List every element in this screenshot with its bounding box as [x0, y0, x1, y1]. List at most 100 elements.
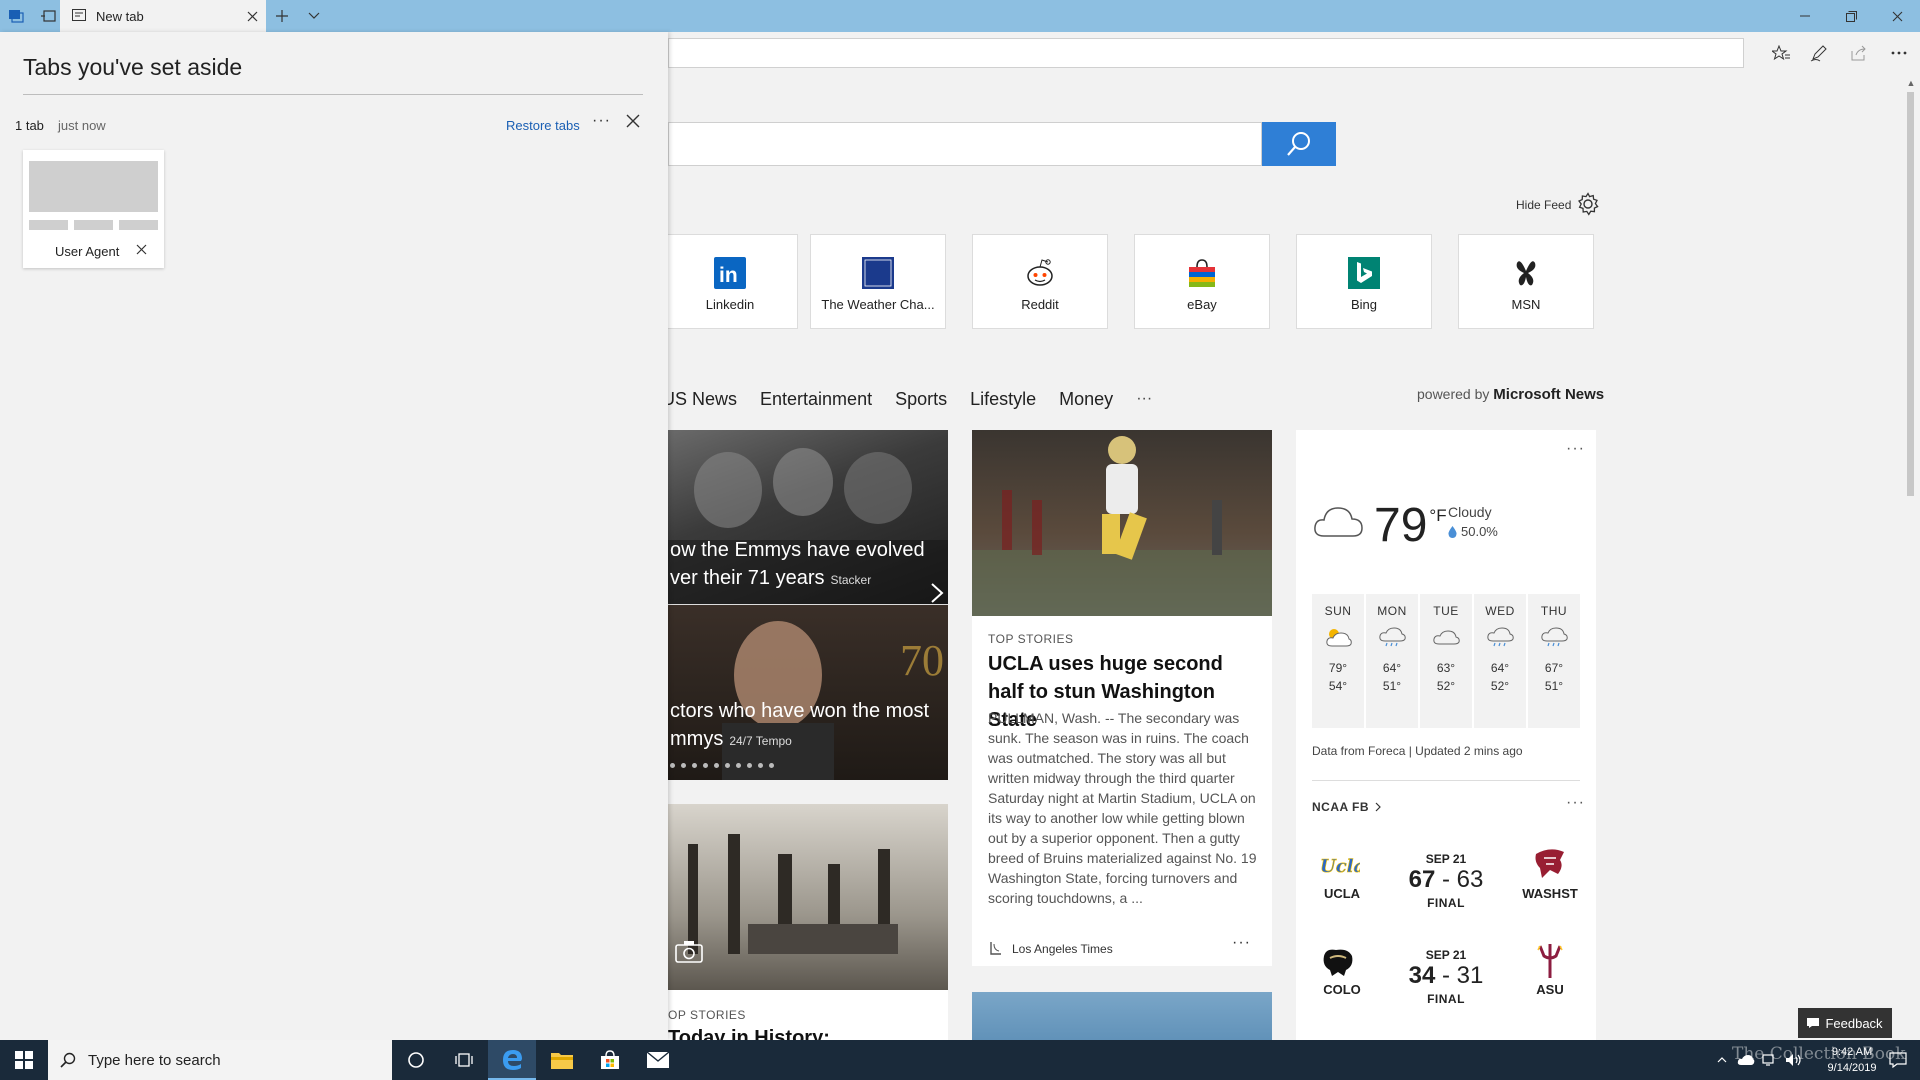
game-score[interactable]: 34 - 31	[1386, 962, 1506, 990]
feedback-label: Feedback	[1825, 1015, 1883, 1031]
forecast-day-sun[interactable]: SUN 79° 54°	[1312, 594, 1364, 728]
set-aside-time: just now	[58, 118, 106, 133]
feedback-button[interactable]: Feedback	[1798, 1008, 1892, 1038]
restore-tabs-button[interactable]: Restore tabs	[506, 118, 580, 133]
search-icon	[60, 1052, 76, 1068]
tile-weather-channel[interactable]: The Weather Cha...	[810, 234, 946, 329]
story-more-menu[interactable]: ···	[1232, 934, 1251, 952]
news-tab-us-news[interactable]: US News	[668, 389, 737, 410]
show-hidden-icons-chevron-up-icon[interactable]	[1712, 1050, 1732, 1070]
tab-card-close-icon[interactable]	[136, 242, 152, 258]
taskbar-search-box[interactable]: Type here to search	[48, 1040, 392, 1080]
tile-ebay[interactable]: eBay	[1134, 234, 1270, 329]
scores-more-menu[interactable]: ···	[1566, 794, 1585, 812]
forecast-day-tue[interactable]: TUE 63° 52°	[1420, 594, 1472, 728]
store-bag-icon[interactable]	[586, 1040, 634, 1080]
tile-reddit[interactable]: Reddit	[972, 234, 1108, 329]
story-kicker: OP STORIES	[668, 1008, 746, 1022]
powered-by-label: powered by Microsoft News	[1417, 386, 1604, 403]
team-home[interactable]: UCLA	[1312, 886, 1372, 901]
page-scrollbar[interactable]: ▲	[1902, 74, 1920, 1040]
scroll-thumb[interactable]	[1907, 92, 1914, 496]
news-tab-sports[interactable]: Sports	[895, 389, 947, 410]
tile-label: Reddit	[1021, 297, 1059, 312]
game-score[interactable]: 67 - 63	[1386, 866, 1506, 894]
history-story-card[interactable]: OP STORIES Today in History:	[668, 804, 948, 1040]
rain-cloud-icon	[1487, 627, 1514, 647]
forecast-day-mon[interactable]: MON 64° 51°	[1366, 594, 1418, 728]
team-home[interactable]: COLO	[1312, 982, 1372, 997]
thumb-bar	[74, 220, 113, 230]
scroll-up-icon[interactable]: ▲	[1906, 78, 1916, 88]
tab-preview-chevron-down-icon[interactable]	[304, 6, 324, 26]
new-tab-plus-icon[interactable]	[272, 6, 292, 26]
minimize-icon[interactable]	[1782, 0, 1828, 32]
remove-group-close-icon[interactable]	[626, 114, 644, 132]
thumb-bar	[119, 220, 158, 230]
slideshow-card[interactable]: ow the Emmys have evolved ver their 71 y…	[668, 430, 948, 780]
tile-bing[interactable]: Bing	[1296, 234, 1432, 329]
set-aside-tab-card[interactable]: User Agent	[23, 150, 164, 268]
tile-msn[interactable]: MSN	[1458, 234, 1594, 329]
cortana-circle-icon[interactable]	[392, 1040, 440, 1080]
emmys-photo: ow the Emmys have evolved ver their 71 y…	[668, 430, 948, 604]
colorado-buffalo-logo-icon	[1320, 946, 1356, 978]
search-button[interactable]	[1262, 122, 1336, 166]
aside-more-menu[interactable]: ···	[592, 112, 611, 130]
tab-card-label: User Agent	[55, 244, 120, 259]
windows-taskbar: Type here to search 9:42 AM 9/14/2019	[0, 1040, 1920, 1080]
tab-close-icon[interactable]	[238, 0, 266, 32]
mail-envelope-icon[interactable]	[634, 1040, 682, 1080]
home-score: 67	[1408, 866, 1436, 893]
ucla-story-card[interactable]: TOP STORIES UCLA uses huge second half t…	[972, 430, 1272, 966]
more-settings-icon[interactable]	[1888, 42, 1910, 64]
news-tab-lifestyle[interactable]: Lifestyle	[970, 389, 1036, 410]
thumb-bar	[29, 220, 68, 230]
notes-pen-icon[interactable]	[1808, 42, 1830, 64]
new-tab-page: Hide Feed in Linkedin The Weather Cha...…	[668, 74, 1900, 1040]
story-headline[interactable]: Today in History:	[668, 1024, 830, 1040]
weather-more-menu[interactable]: ···	[1566, 440, 1585, 458]
rain-cloud-icon	[1379, 627, 1406, 647]
favorites-icon[interactable]	[1770, 42, 1792, 64]
address-bar[interactable]	[668, 38, 1744, 68]
forecast-day-wed[interactable]: WED 64° 52°	[1474, 594, 1526, 728]
share-icon[interactable]	[1848, 42, 1870, 64]
team-away[interactable]: ASU	[1520, 982, 1580, 997]
game-date: SEP 21	[1425, 948, 1467, 962]
tile-linkedin[interactable]: in Linkedin	[668, 234, 798, 329]
task-view-icon[interactable]	[440, 1040, 488, 1080]
slide-1-line-b: ver their 71 years Stacker	[670, 564, 925, 594]
tile-label: MSN	[1511, 297, 1541, 312]
news-category-nav: US News Entertainment Sports Lifestyle M…	[668, 384, 1175, 414]
forecast-day-label: MON	[1377, 604, 1407, 618]
news-tab-entertainment[interactable]: Entertainment	[760, 389, 872, 410]
gear-icon[interactable]	[1576, 192, 1600, 216]
tile-label: The Weather Cha...	[821, 297, 935, 312]
cloud-icon	[1433, 630, 1460, 645]
restore-window-icon[interactable]	[1828, 0, 1874, 32]
tabs-aside-icon[interactable]	[6, 6, 26, 26]
next-story-card[interactable]	[972, 992, 1272, 1040]
forecast-day-label: TUE	[1433, 604, 1459, 618]
weather-attribution[interactable]: Data from Foreca | Updated 2 mins ago	[1312, 744, 1523, 758]
team-away[interactable]: WASHST	[1520, 886, 1580, 901]
file-explorer-folder-icon[interactable]	[538, 1040, 586, 1080]
forecast-high: 64°	[1382, 661, 1402, 675]
news-tab-money[interactable]: Money	[1059, 389, 1113, 410]
forecast-day-thu[interactable]: THU 67° 51°	[1528, 594, 1580, 728]
close-window-icon[interactable]	[1874, 0, 1920, 32]
story-source[interactable]: Los Angeles Times	[1012, 942, 1113, 956]
temp-unit[interactable]: °F	[1429, 506, 1446, 525]
scores-league-link[interactable]: NCAA FB	[1312, 800, 1381, 814]
tab-new-tab[interactable]: New tab	[60, 0, 266, 32]
start-windows-icon[interactable]	[0, 1040, 48, 1080]
news-more-categories[interactable]: ···	[1136, 390, 1152, 408]
set-tabs-aside-icon[interactable]	[38, 6, 58, 26]
slide-pager-dots[interactable]	[670, 763, 774, 768]
edge-browser-icon[interactable]	[488, 1040, 536, 1080]
chevron-right-icon[interactable]	[930, 582, 946, 604]
tab-title: New tab	[96, 8, 144, 24]
web-search-input[interactable]	[668, 122, 1262, 166]
hide-feed-link[interactable]: Hide Feed	[1516, 198, 1571, 212]
